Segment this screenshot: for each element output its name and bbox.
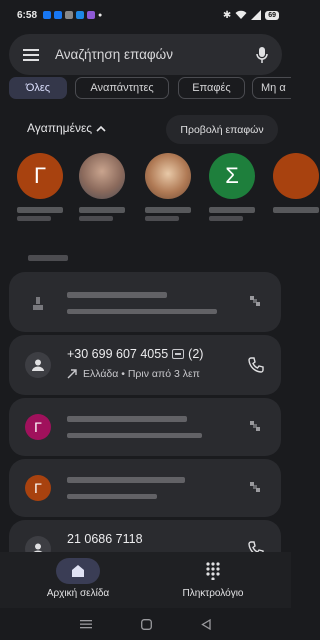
chip-non-contacts[interactable]: Μη α [252,77,291,99]
favorite-contact[interactable] [79,153,125,221]
avatar [25,352,51,378]
nav-home-label: Αρχική σελίδα [46,588,110,599]
blurred-detail [67,433,202,438]
chip-missed[interactable]: Αναπάντητες [75,77,169,99]
system-navigation [0,608,291,640]
home-button-icon[interactable] [141,618,152,630]
avatar [145,153,191,199]
favorite-contact[interactable] [145,153,191,221]
blurred-number [67,292,167,298]
menu-icon[interactable] [23,48,39,61]
microphone-icon[interactable] [256,46,268,63]
blurred-name [145,207,191,213]
favorites-title: Αγαπημένες [27,121,93,135]
status-bar: 6:58 ● ✱ 69 [0,0,291,30]
wifi-icon [235,10,247,19]
blurred-name [17,207,63,213]
chip-contacts[interactable]: Επαφές [178,77,245,99]
blurred-detail [67,494,157,499]
call-icon[interactable] [247,418,265,436]
favorites-toggle[interactable]: Αγαπημένες [27,121,106,135]
notification-icon [76,11,85,19]
recent-apps-icon[interactable] [79,619,92,629]
blurred-name [79,207,125,213]
phone-number: +30 699 607 4055 [67,347,169,361]
more-notifications-icon: ● [98,11,103,19]
avatar: Σ [209,153,255,199]
voicemail-icon [172,349,185,359]
chevron-up-icon [96,125,106,132]
blurred-name [209,216,243,221]
signal-icon [251,10,262,20]
blurred-name [67,416,187,422]
person-icon [33,297,43,310]
back-icon[interactable] [201,618,211,630]
bottom-navigation: Αρχική σελίδα Πληκτρολόγιο [0,552,291,608]
blurred-name [79,216,113,221]
messenger-icon [87,11,96,19]
outgoing-call-icon [67,369,77,379]
call-detail: Ελλάδα • Πριν από 3 λεπ [83,368,200,380]
call-icon[interactable] [247,356,265,374]
status-time: 6:58 [17,9,38,21]
battery-indicator: 69 [265,10,279,20]
phone-number: 21 0686 7118 [67,532,143,546]
chip-all[interactable]: Όλες [9,77,67,99]
facebook-icon [54,11,63,19]
blurred-name [67,477,185,483]
home-pill [56,558,100,584]
favorite-contact[interactable]: Σ [209,153,255,221]
call-log-item[interactable]: +30 699 607 4055 (2) Ελλάδα • Πριν από 3… [9,335,281,395]
call-icon[interactable] [247,293,265,311]
call-count: (2) [188,347,204,361]
person-icon [32,359,44,371]
favorite-contact[interactable]: Γ [17,153,63,221]
avatar [273,153,319,199]
view-contacts-button[interactable]: Προβολή επαφών [166,115,278,144]
facebook-icon [43,11,52,19]
nav-keypad-label: Πληκτρολόγιο [182,588,244,599]
home-icon [72,565,84,577]
nav-home[interactable]: Αρχική σελίδα [23,558,133,599]
blurred-name [17,216,51,221]
avatar: Γ [25,414,51,440]
blurred-name [273,207,319,213]
avatar [79,153,125,199]
avatar: Γ [17,153,63,199]
search-bar[interactable]: Αναζήτηση επαφών [9,34,282,75]
filter-chips: Όλες Αναπάντητες Επαφές Μη α [0,77,291,99]
favorite-contact[interactable] [273,153,319,213]
dialpad-icon [206,562,220,580]
call-log-item[interactable] [9,272,281,332]
notification-icon [65,11,74,19]
blurred-detail [67,309,217,314]
call-log-item[interactable]: Γ [9,398,281,456]
avatar [25,289,51,315]
search-input[interactable]: Αναζήτηση επαφών [55,47,256,62]
section-header [28,255,68,261]
blurred-name [145,216,179,221]
avatar: Γ [25,475,51,501]
keypad-pill [191,558,235,584]
call-log-item[interactable]: Γ [9,459,281,517]
bluetooth-icon: ✱ [222,9,232,21]
call-icon[interactable] [247,479,265,497]
nav-keypad[interactable]: Πληκτρολόγιο [158,558,268,599]
blurred-name [209,207,255,213]
